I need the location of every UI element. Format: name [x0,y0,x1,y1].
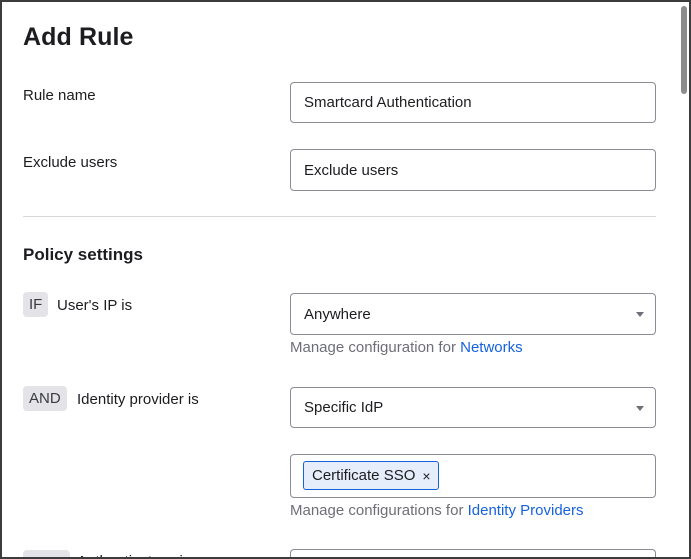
user-ip-value: Anywhere [304,305,371,323]
rule-name-value: Smartcard Authentication [304,94,472,111]
close-icon[interactable]: × [422,468,430,484]
networks-help-text: Manage configuration for [290,339,461,356]
authenticates-via-label: Authenticates via [77,551,191,557]
idp-chip: Certificate SSO × [303,461,439,490]
and-badge: AND [23,386,67,411]
rule-name-input[interactable]: Smartcard Authentication [290,82,656,123]
identity-provider-label: Identity provider is [77,391,199,408]
chevron-down-icon [636,312,644,317]
identity-providers-link[interactable]: Identity Providers [468,502,584,519]
idp-chip-label: Certificate SSO [312,467,416,484]
exclude-users-label: Exclude users [23,154,118,171]
dialog-title: Add Rule [23,23,134,51]
if-badge: IF [23,292,49,317]
authenticates-via-select[interactable] [290,549,656,557]
identity-provider-value: Specific IdP [304,399,384,416]
user-ip-select[interactable]: Anywhere [290,293,656,335]
rule-name-label: Rule name [23,87,96,104]
networks-help: Manage configuration for Networks [290,339,523,356]
and-badge-next [23,550,70,557]
add-rule-dialog: Add Rule Rule name Smartcard Authenticat… [0,0,691,559]
section-divider [23,216,656,217]
policy-settings-heading: Policy settings [23,245,143,264]
identity-providers-help-text: Manage configurations for [290,502,468,519]
scrollbar-thumb[interactable] [681,6,687,94]
exclude-users-input[interactable]: Exclude users [290,149,656,191]
identity-providers-help: Manage configurations for Identity Provi… [290,502,584,519]
identity-provider-select[interactable]: Specific IdP [290,387,656,428]
chevron-down-icon [636,405,644,411]
user-ip-label: User's IP is [57,297,133,314]
networks-link[interactable]: Networks [460,339,523,356]
exclude-users-placeholder: Exclude users [304,161,399,179]
